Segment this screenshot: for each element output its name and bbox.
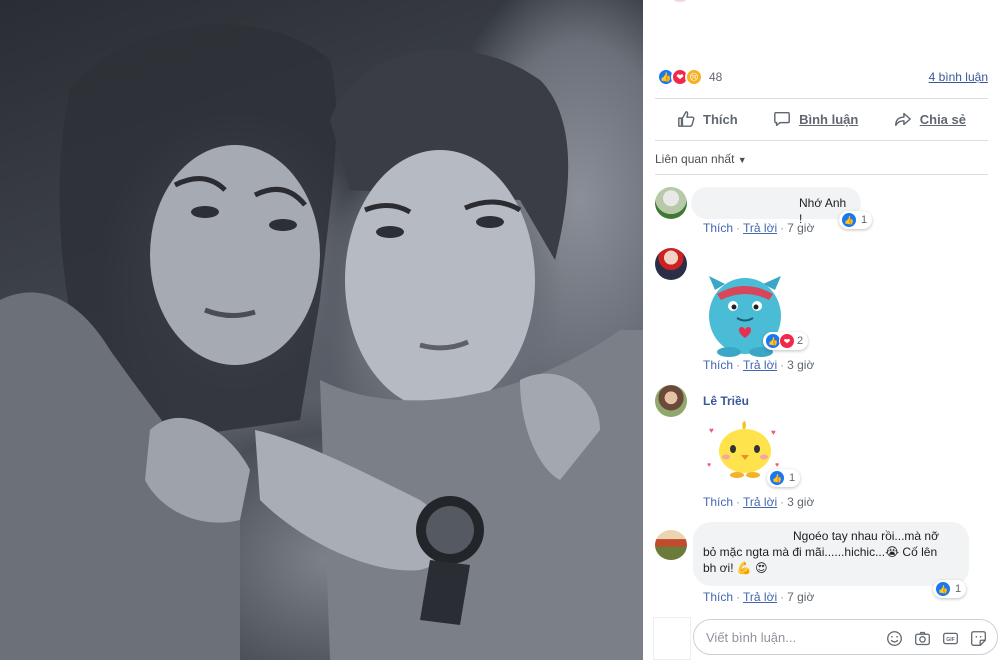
comment-reactions[interactable]: 👍 1	[933, 580, 967, 598]
comment-item: Nhớ Anh ! 👍 1 Thích · Trả lời · 7 giờ	[655, 187, 998, 237]
avatar[interactable]	[655, 187, 687, 219]
action-bar: Thích Bình luận Chia sẻ	[655, 104, 988, 134]
comment-meta: Thích · Trả lời · 3 giờ	[703, 358, 815, 372]
comment-meta: Thích · Trả lời · 7 giờ	[703, 221, 815, 235]
comment-reactions[interactable]: 👍 1	[839, 211, 873, 229]
composer-icons: GIF	[885, 629, 987, 647]
comments-panel: 👍 ❤ 😢 48 4 bình luận Thích Bình luận Chi…	[643, 0, 1008, 660]
comment-time: 3 giờ	[787, 495, 815, 509]
avatar	[668, 0, 692, 2]
comment-time: 7 giờ	[787, 590, 815, 604]
divider	[655, 140, 988, 141]
gif-icon[interactable]: GIF	[941, 629, 959, 647]
svg-text:♥: ♥	[775, 462, 779, 469]
caret-down-icon: ▼	[737, 155, 747, 165]
avatar[interactable]	[655, 385, 687, 417]
comment-reaction-count: 1	[789, 472, 796, 484]
comment-like-link[interactable]: Thích	[703, 590, 733, 604]
like-icon: 👍	[935, 581, 951, 597]
comment-reaction-count: 2	[797, 335, 804, 347]
gif-label: GIF	[946, 637, 955, 643]
comment-reaction-count: 1	[955, 583, 962, 595]
comment-meta: Thích · Trả lời · 7 giờ	[703, 590, 815, 604]
svg-text:♥: ♥	[709, 426, 714, 435]
comment-bubble: Ngoéo tay nhau rồi...mà nỡ bỏ mặc ngta m…	[693, 522, 969, 586]
comment-time: 3 giờ	[787, 358, 815, 372]
comment-composer: Viết bình luận... GIF	[653, 617, 1004, 660]
svg-text:♥: ♥	[771, 428, 776, 437]
post-photo[interactable]	[0, 0, 643, 660]
share-button[interactable]: Chia sẻ	[894, 110, 966, 128]
comment-button-label: Bình luận	[799, 111, 859, 127]
love-icon: ❤	[779, 333, 795, 349]
divider	[655, 174, 988, 175]
photo-illustration	[0, 24, 643, 660]
comment-item: 👍 ❤ 2 Thích · Trả lời · 3 giờ	[655, 248, 998, 373]
emoji-icon[interactable]	[885, 629, 903, 647]
comments-count-link[interactable]: 4 bình luận	[929, 70, 988, 84]
comment-like-link[interactable]: Thích	[703, 358, 733, 372]
comment-text-line: Ngoéo tay nhau rồi...mà nỡ	[793, 529, 939, 543]
comment-meta: Thích · Trả lời · 3 giờ	[703, 495, 815, 509]
comment-like-link[interactable]: Thích	[703, 495, 733, 509]
comment-item: Lê Triều ♥ ♥ ♥ ♥ 👍 1 Thích · Trả lời · 3 giờ	[655, 385, 998, 510]
sad-icon: 😢	[685, 68, 703, 86]
comment-time: 7 giờ	[787, 221, 815, 235]
comment-reactions[interactable]: 👍 1	[767, 469, 801, 487]
sticker-icon[interactable]	[969, 629, 987, 647]
comment-reactions[interactable]: 👍 ❤ 2	[763, 332, 809, 350]
comment-icon	[774, 111, 791, 127]
comment-bubble: Nhớ Anh !	[691, 187, 861, 226]
comment-item: Ngoéo tay nhau rồi...mà nỡ bỏ mặc ngta m…	[655, 522, 998, 606]
share-button-label: Chia sẻ	[919, 111, 966, 127]
like-icon: 👍	[841, 212, 857, 228]
comment-input-placeholder: Viết bình luận...	[706, 630, 797, 645]
reactions-summary[interactable]: 👍 ❤ 😢 48 4 bình luận	[657, 66, 988, 88]
camera-icon[interactable]	[913, 629, 931, 647]
like-button[interactable]: Thích	[677, 110, 738, 128]
comment-reply-link[interactable]: Trả lời	[743, 495, 777, 509]
comment-reply-link[interactable]: Trả lời	[743, 358, 777, 372]
comment-like-link[interactable]: Thích	[703, 221, 733, 235]
sort-dropdown[interactable]: Liên quan nhất ▼	[655, 152, 747, 166]
comment-reply-link[interactable]: Trả lời	[743, 590, 777, 604]
comment-reaction-count: 1	[861, 214, 868, 226]
share-icon	[894, 112, 911, 127]
commenter-name[interactable]: Lê Triều	[703, 394, 749, 408]
avatar[interactable]	[655, 530, 687, 560]
divider	[655, 98, 988, 99]
sort-label: Liên quan nhất	[655, 152, 735, 166]
thumb-icon	[678, 111, 695, 127]
comment-input[interactable]: Viết bình luận... GIF	[693, 619, 998, 655]
like-button-label: Thích	[703, 111, 738, 127]
comment-button[interactable]: Bình luận	[773, 110, 858, 128]
comment-reply-link[interactable]: Trả lời	[743, 221, 777, 235]
svg-text:♥: ♥	[707, 462, 711, 469]
reaction-count: 48	[709, 70, 723, 84]
like-icon: 👍	[769, 470, 785, 486]
comment-text-line: bh ơi! 💪 😍	[703, 561, 768, 575]
avatar	[653, 617, 691, 660]
avatar[interactable]	[655, 248, 687, 280]
comment-text-line: bỏ mặc ngta mà đi mãi......hichic...😭 Cố…	[703, 545, 938, 559]
